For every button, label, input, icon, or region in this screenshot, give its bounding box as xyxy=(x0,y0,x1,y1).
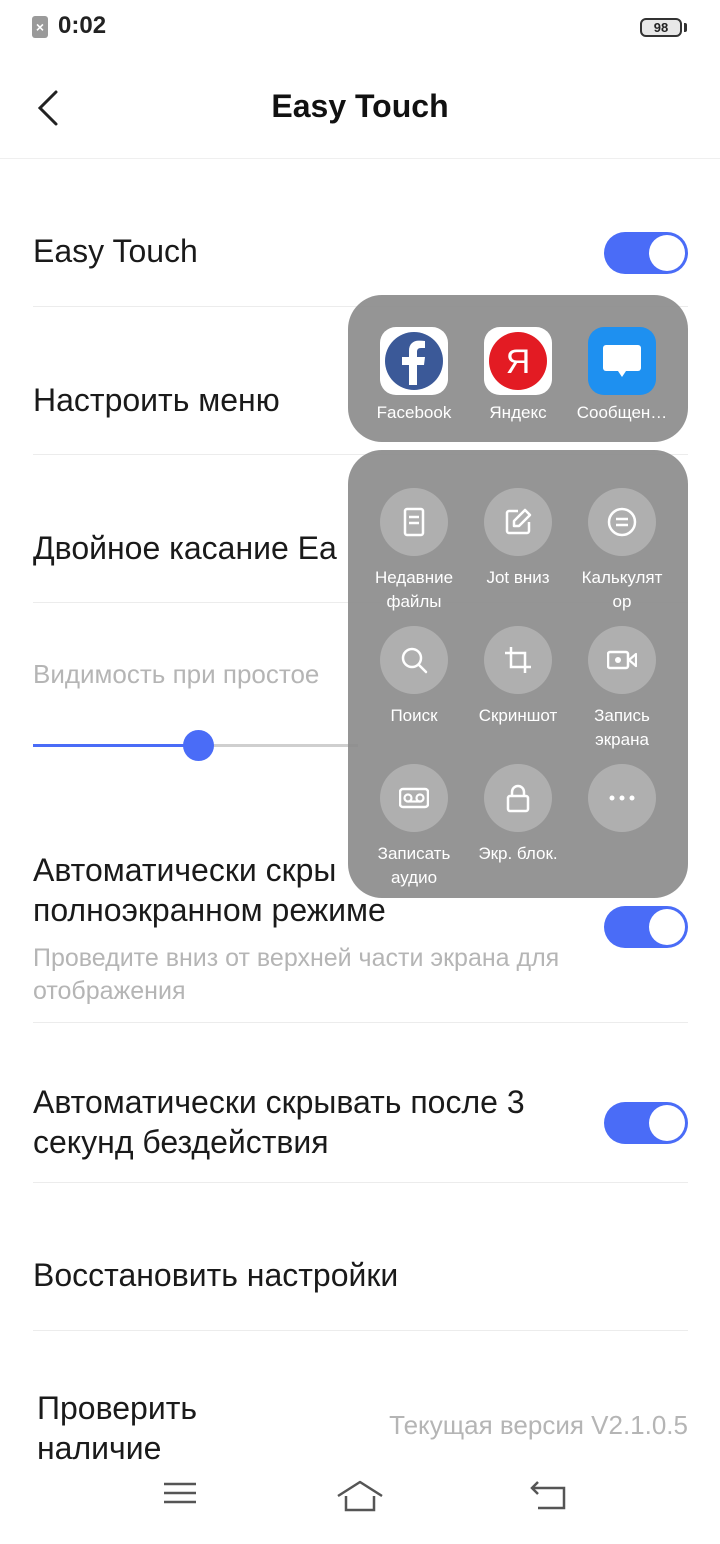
tool-label: Недавние файлы xyxy=(374,568,454,611)
crop-icon xyxy=(484,626,552,694)
tool-screenshot[interactable]: Скриншот xyxy=(466,626,570,728)
app-label: Сообщен… xyxy=(576,403,668,422)
tool-recent-files[interactable]: Недавние файлы xyxy=(362,488,466,614)
visibility-slider-fill xyxy=(33,744,198,747)
search-icon xyxy=(380,626,448,694)
auto-hide-idle-label: Автоматически скрывать после 3 секунд бе… xyxy=(33,1084,525,1160)
divider xyxy=(33,1330,688,1331)
screen-record-icon xyxy=(588,626,656,694)
calculator-icon xyxy=(588,488,656,556)
status-time: 0:02 xyxy=(58,12,107,39)
auto-hide-idle-toggle[interactable] xyxy=(604,1102,688,1144)
tool-audio-record[interactable]: Записать аудио xyxy=(362,764,466,890)
tool-label: Поиск xyxy=(390,706,438,725)
battery-icon: 98 xyxy=(640,18,682,37)
restore-settings-item[interactable]: Восстановить настройки xyxy=(33,1257,398,1294)
easy-touch-tools-panel: Недавние файлы Jot вниз Калькулят ор Пои… xyxy=(348,450,688,898)
customize-menu-item[interactable]: Настроить меню xyxy=(33,382,280,419)
svg-text:Я: Я xyxy=(506,343,531,381)
yandex-icon: Я xyxy=(484,327,552,395)
sim-absent-icon: × xyxy=(32,16,48,38)
tool-search[interactable]: Поиск xyxy=(362,626,466,728)
visibility-slider-track[interactable] xyxy=(198,744,358,747)
tool-calculator[interactable]: Калькулят ор xyxy=(570,488,674,614)
visibility-slider-thumb[interactable] xyxy=(183,730,214,761)
nav-menu-button[interactable] xyxy=(162,1478,198,1513)
tool-label: Скриншот xyxy=(478,706,558,725)
more-icon xyxy=(588,764,656,832)
lock-icon xyxy=(484,764,552,832)
app-messages[interactable]: Сообщен… xyxy=(570,327,674,423)
app-label: Яндекс xyxy=(489,403,547,422)
tool-label: Записать аудио xyxy=(377,844,451,887)
nav-home-button[interactable] xyxy=(336,1478,384,1519)
tool-label: Калькулят ор xyxy=(581,568,663,611)
return-icon xyxy=(530,1481,566,1510)
audio-record-icon xyxy=(380,764,448,832)
menu-icon xyxy=(164,1482,196,1504)
auto-hide-fullscreen-desc: Проведите вниз от верхней части экрана д… xyxy=(33,944,560,1005)
version-text: Текущая версия V2.1.0.5 xyxy=(389,1410,688,1440)
easy-touch-label: Easy Touch xyxy=(33,233,198,269)
battery-tip xyxy=(684,23,687,32)
app-yandex[interactable]: Я Яндекс xyxy=(466,327,570,423)
app-facebook[interactable]: Facebook xyxy=(362,327,466,423)
note-icon xyxy=(484,488,552,556)
home-icon xyxy=(337,1480,383,1512)
auto-hide-fullscreen-label-line1: Автоматически скры xyxy=(33,852,337,888)
tool-label: Jot вниз xyxy=(486,568,550,587)
tool-label: Экр. блок. xyxy=(478,844,558,863)
auto-hide-fullscreen-toggle[interactable] xyxy=(604,906,688,948)
easy-touch-apps-panel: Facebook Я Яндекс Сообщен… xyxy=(348,295,688,442)
auto-hide-fullscreen-label-line2: полноэкранном режиме xyxy=(33,892,386,928)
nav-back-button[interactable] xyxy=(528,1478,570,1517)
tool-jot-down[interactable]: Jot вниз xyxy=(466,488,570,590)
tool-label: Запись экрана xyxy=(594,706,650,749)
messages-icon xyxy=(588,327,656,395)
check-update-item[interactable]: Проверить наличие xyxy=(37,1388,267,1468)
tool-more[interactable] xyxy=(570,764,674,842)
tool-screen-record[interactable]: Запись экрана xyxy=(570,626,674,752)
tool-lock-screen[interactable]: Экр. блок. xyxy=(466,764,570,866)
header-divider xyxy=(0,158,720,159)
recent-files-icon xyxy=(380,488,448,556)
double-tap-item[interactable]: Двойное касание Ea xyxy=(33,530,337,567)
divider xyxy=(33,1022,688,1023)
facebook-icon xyxy=(380,327,448,395)
app-label: Facebook xyxy=(376,403,452,422)
visibility-label: Видимость при простое xyxy=(33,659,320,689)
easy-touch-toggle[interactable] xyxy=(604,232,688,274)
page-title: Easy Touch xyxy=(271,88,449,124)
divider xyxy=(33,1182,688,1183)
